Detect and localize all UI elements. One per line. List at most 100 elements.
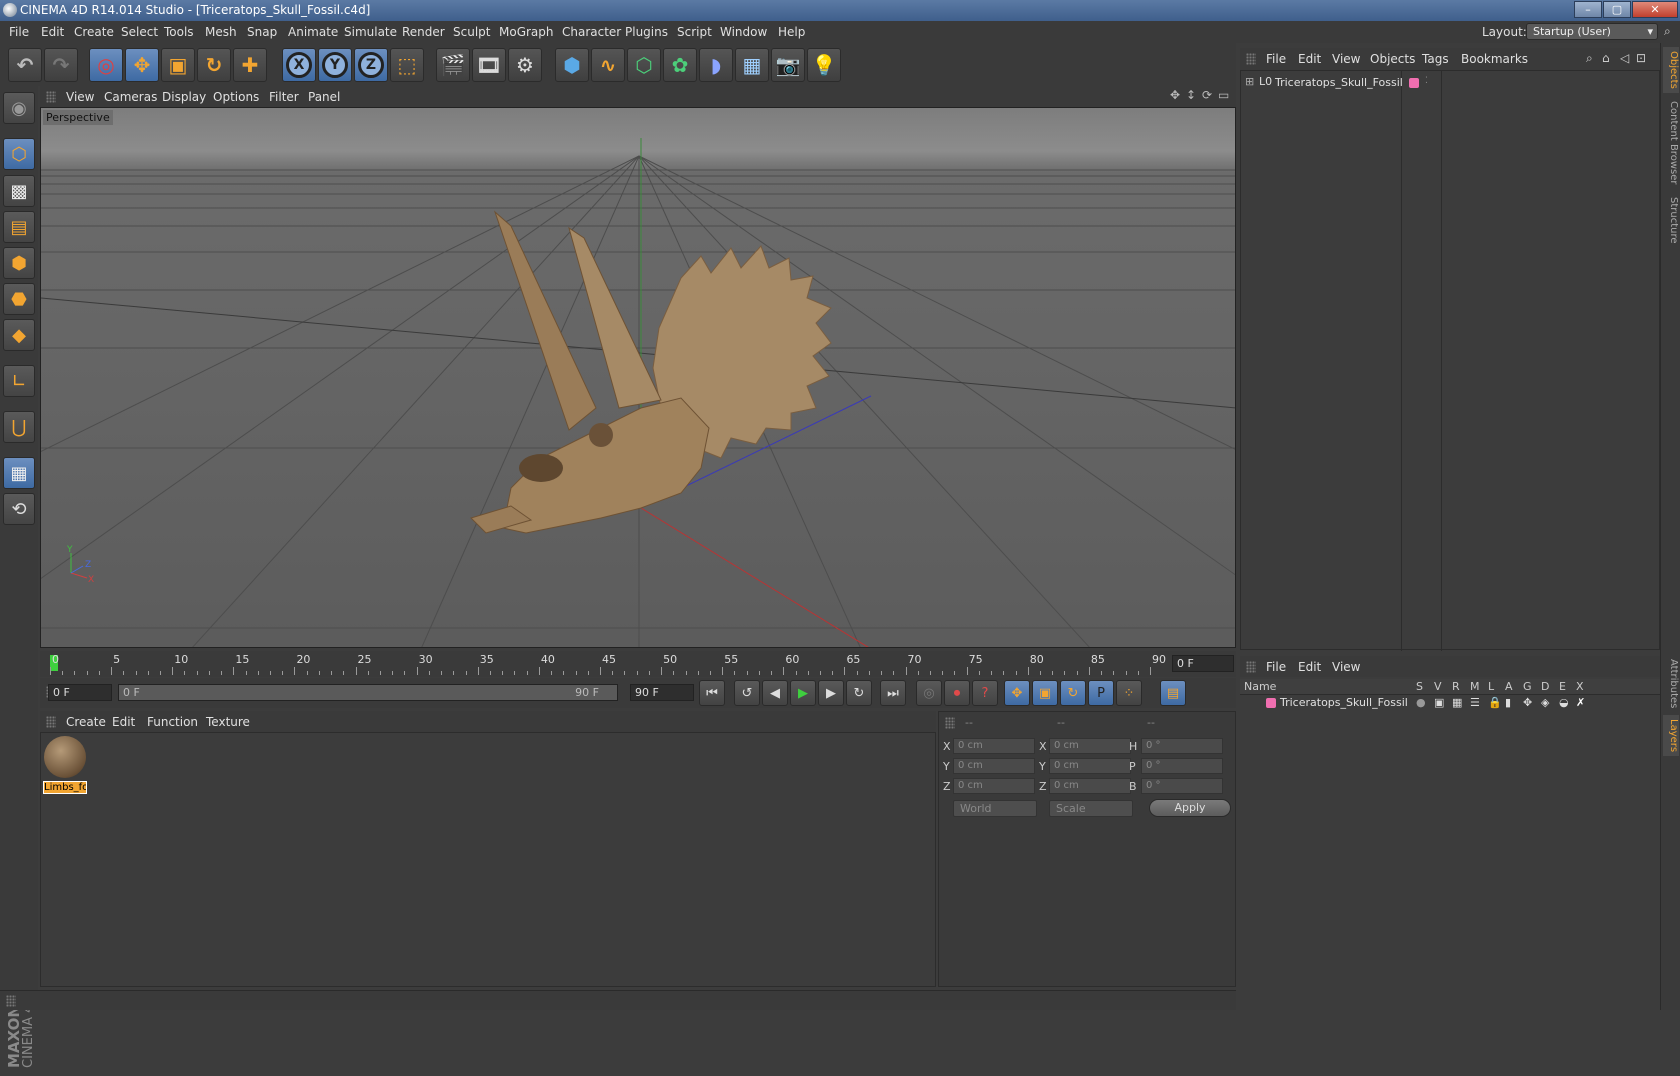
tab-structure[interactable]: Structure xyxy=(1663,193,1679,248)
layer-menu-edit[interactable]: Edit xyxy=(1298,660,1321,674)
maximize-view-icon[interactable]: ▭ xyxy=(1218,88,1229,102)
render-picture-viewer-button[interactable]: 🎞 xyxy=(472,48,506,82)
expand-icon[interactable]: ⊞ xyxy=(1245,75,1254,88)
current-frame-field[interactable]: 0 F xyxy=(1172,655,1234,672)
coordinate-mode-select[interactable]: World xyxy=(953,800,1037,817)
rotation-b-field[interactable]: 0 ° xyxy=(1141,778,1223,794)
material-menu-edit[interactable]: Edit xyxy=(112,715,135,729)
preview-range-slider[interactable]: 0 F 90 F xyxy=(118,684,618,701)
previous-key-button[interactable]: ↺ xyxy=(734,680,760,706)
redo-button[interactable]: ↷ xyxy=(44,48,78,82)
go-to-end-button[interactable]: ⏭ xyxy=(880,680,906,706)
material-swatch[interactable]: Limbs_fo xyxy=(43,735,87,795)
make-editable-button[interactable]: ◉ xyxy=(3,92,35,124)
view-toggle-icon[interactable]: ▣ xyxy=(1434,696,1444,709)
menu-render[interactable]: Render xyxy=(402,25,445,39)
subdivision-surface-button[interactable]: ⬡ xyxy=(627,48,661,82)
workplane-mode-button[interactable]: ▤ xyxy=(3,211,35,243)
solo-toggle-icon[interactable]: ● xyxy=(1416,696,1426,709)
object-menu-bookmarks[interactable]: Bookmarks xyxy=(1461,52,1528,66)
floor-object-button[interactable]: ▦ xyxy=(735,48,769,82)
viewport-menu-cameras[interactable]: Cameras xyxy=(104,90,157,104)
menu-simulate[interactable]: Simulate xyxy=(344,25,397,39)
rotation-h-field[interactable]: 0 ° xyxy=(1141,738,1223,754)
xref-toggle-icon[interactable]: ✗ xyxy=(1576,696,1585,709)
size-x-field[interactable]: 0 cm xyxy=(1049,738,1131,754)
layer-col-solo[interactable]: S xyxy=(1416,680,1423,693)
menu-create[interactable]: Create xyxy=(74,25,114,39)
rotate-view-icon[interactable]: ⟳ xyxy=(1202,88,1212,102)
manager-toggle-icon[interactable]: ☰ xyxy=(1470,696,1480,709)
layer-color-tag[interactable] xyxy=(1409,78,1419,88)
deformer-button[interactable]: ◗ xyxy=(699,48,733,82)
layer-col-locked[interactable]: L xyxy=(1488,680,1494,693)
light-button[interactable]: 💡 xyxy=(807,48,841,82)
position-y-field[interactable]: 0 cm xyxy=(953,758,1035,774)
menu-character[interactable]: Character xyxy=(562,25,621,39)
generator-toggle-icon[interactable]: ✥ xyxy=(1523,696,1532,709)
max-time-field[interactable]: 90 F xyxy=(630,684,694,701)
menu-edit[interactable]: Edit xyxy=(41,25,64,39)
search-icon[interactable]: ⌕ xyxy=(1586,51,1593,66)
object-manager-list[interactable]: ⊞ L0 Triceratops_Skull_Fossil ⁚ xyxy=(1240,70,1660,651)
model-mode-button[interactable]: ⬡ xyxy=(3,138,35,170)
timeline-scale[interactable]: 0 5 10 15 20 25 30 35 40 45 50 55 60 65 70 75 80 85 90 xyxy=(50,651,1170,675)
layer-row[interactable]: Triceratops_Skull_Fossil ● ▣ ▦ ☰ 🔒 ▮ ✥ ◈… xyxy=(1240,695,1660,711)
object-menu-tags[interactable]: Tags xyxy=(1422,52,1449,66)
size-y-field[interactable]: 0 cm xyxy=(1049,758,1131,774)
material-menu-function[interactable]: Function xyxy=(147,715,198,729)
lock-toggle-icon[interactable]: 🔒 xyxy=(1488,696,1502,709)
triceratops-skull-model[interactable] xyxy=(470,210,832,534)
object-menu-file[interactable]: File xyxy=(1266,52,1286,66)
layer-col-xref[interactable]: X xyxy=(1576,680,1584,693)
layer-col-expressions[interactable]: E xyxy=(1559,680,1566,693)
menu-script[interactable]: Script xyxy=(677,25,712,39)
x-axis-lock-button[interactable]: X xyxy=(282,48,316,82)
y-axis-lock-button[interactable]: Y xyxy=(318,48,352,82)
record-position-button[interactable]: ✥ xyxy=(1004,680,1030,706)
coordinate-system-button[interactable]: ⬚ xyxy=(390,48,424,82)
home-icon[interactable]: ⌂ xyxy=(1602,51,1610,65)
timeline-ruler[interactable]: 0 5 10 15 20 25 30 35 40 45 50 55 60 65 70 75 80 85 90 0 F xyxy=(40,651,1236,677)
back-icon[interactable]: ◁ xyxy=(1620,51,1629,65)
layer-manager-area[interactable] xyxy=(1240,712,1660,1010)
menu-mesh[interactable]: Mesh xyxy=(205,25,237,39)
texture-mode-button[interactable]: ▩ xyxy=(3,175,35,207)
material-menu-texture[interactable]: Texture xyxy=(206,715,250,729)
size-z-field[interactable]: 0 cm xyxy=(1049,778,1131,794)
object-name[interactable]: Triceratops_Skull_Fossil xyxy=(1275,76,1403,89)
tab-layers[interactable]: Layers xyxy=(1663,715,1679,757)
tab-content-browser[interactable]: Content Browser xyxy=(1663,97,1679,188)
cube-object-button[interactable]: ⬢ xyxy=(555,48,589,82)
material-menu-create[interactable]: Create xyxy=(66,715,106,729)
go-to-start-button[interactable]: ⏮ xyxy=(699,680,725,706)
menu-file[interactable]: File xyxy=(9,25,29,39)
object-menu-view[interactable]: View xyxy=(1332,52,1360,66)
panel-grip-icon[interactable] xyxy=(945,717,955,729)
dolly-view-icon[interactable]: ↕ xyxy=(1186,88,1196,102)
record-scale-button[interactable]: ▣ xyxy=(1032,680,1058,706)
visibility-dots-icon[interactable]: ⁚ xyxy=(1425,76,1428,86)
layer-col-animation[interactable]: A xyxy=(1505,680,1513,693)
menu-snap[interactable]: Snap xyxy=(247,25,277,39)
menu-sculpt[interactable]: Sculpt xyxy=(453,25,490,39)
rotation-p-field[interactable]: 0 ° xyxy=(1141,758,1223,774)
record-parameter-button[interactable]: P xyxy=(1088,680,1114,706)
panel-grip-icon[interactable] xyxy=(1246,661,1256,673)
layer-col-manager[interactable]: M xyxy=(1470,680,1480,693)
move-tool-button[interactable]: ✥ xyxy=(125,48,159,82)
menu-select[interactable]: Select xyxy=(121,25,158,39)
locked-workplane-button[interactable]: ⟲ xyxy=(3,493,35,525)
viewport-menu-filter[interactable]: Filter xyxy=(269,90,299,104)
panel-grip-icon[interactable] xyxy=(1246,53,1256,65)
object-row[interactable]: ⊞ L0 Triceratops_Skull_Fossil ⁚ xyxy=(1241,75,1659,91)
panel-grip-icon[interactable] xyxy=(6,995,16,1007)
tab-objects[interactable]: Objects xyxy=(1663,47,1679,93)
cloner-button[interactable]: ✿ xyxy=(663,48,697,82)
rotate-tool-button[interactable]: ↻ xyxy=(197,48,231,82)
layer-color-swatch[interactable] xyxy=(1266,698,1276,708)
autokeying-button[interactable]: ⏺ xyxy=(944,680,970,706)
close-button[interactable]: ✕ xyxy=(1632,1,1678,18)
maximize-button[interactable]: ▢ xyxy=(1603,1,1631,18)
record-keys-button[interactable]: ◎ xyxy=(916,680,942,706)
